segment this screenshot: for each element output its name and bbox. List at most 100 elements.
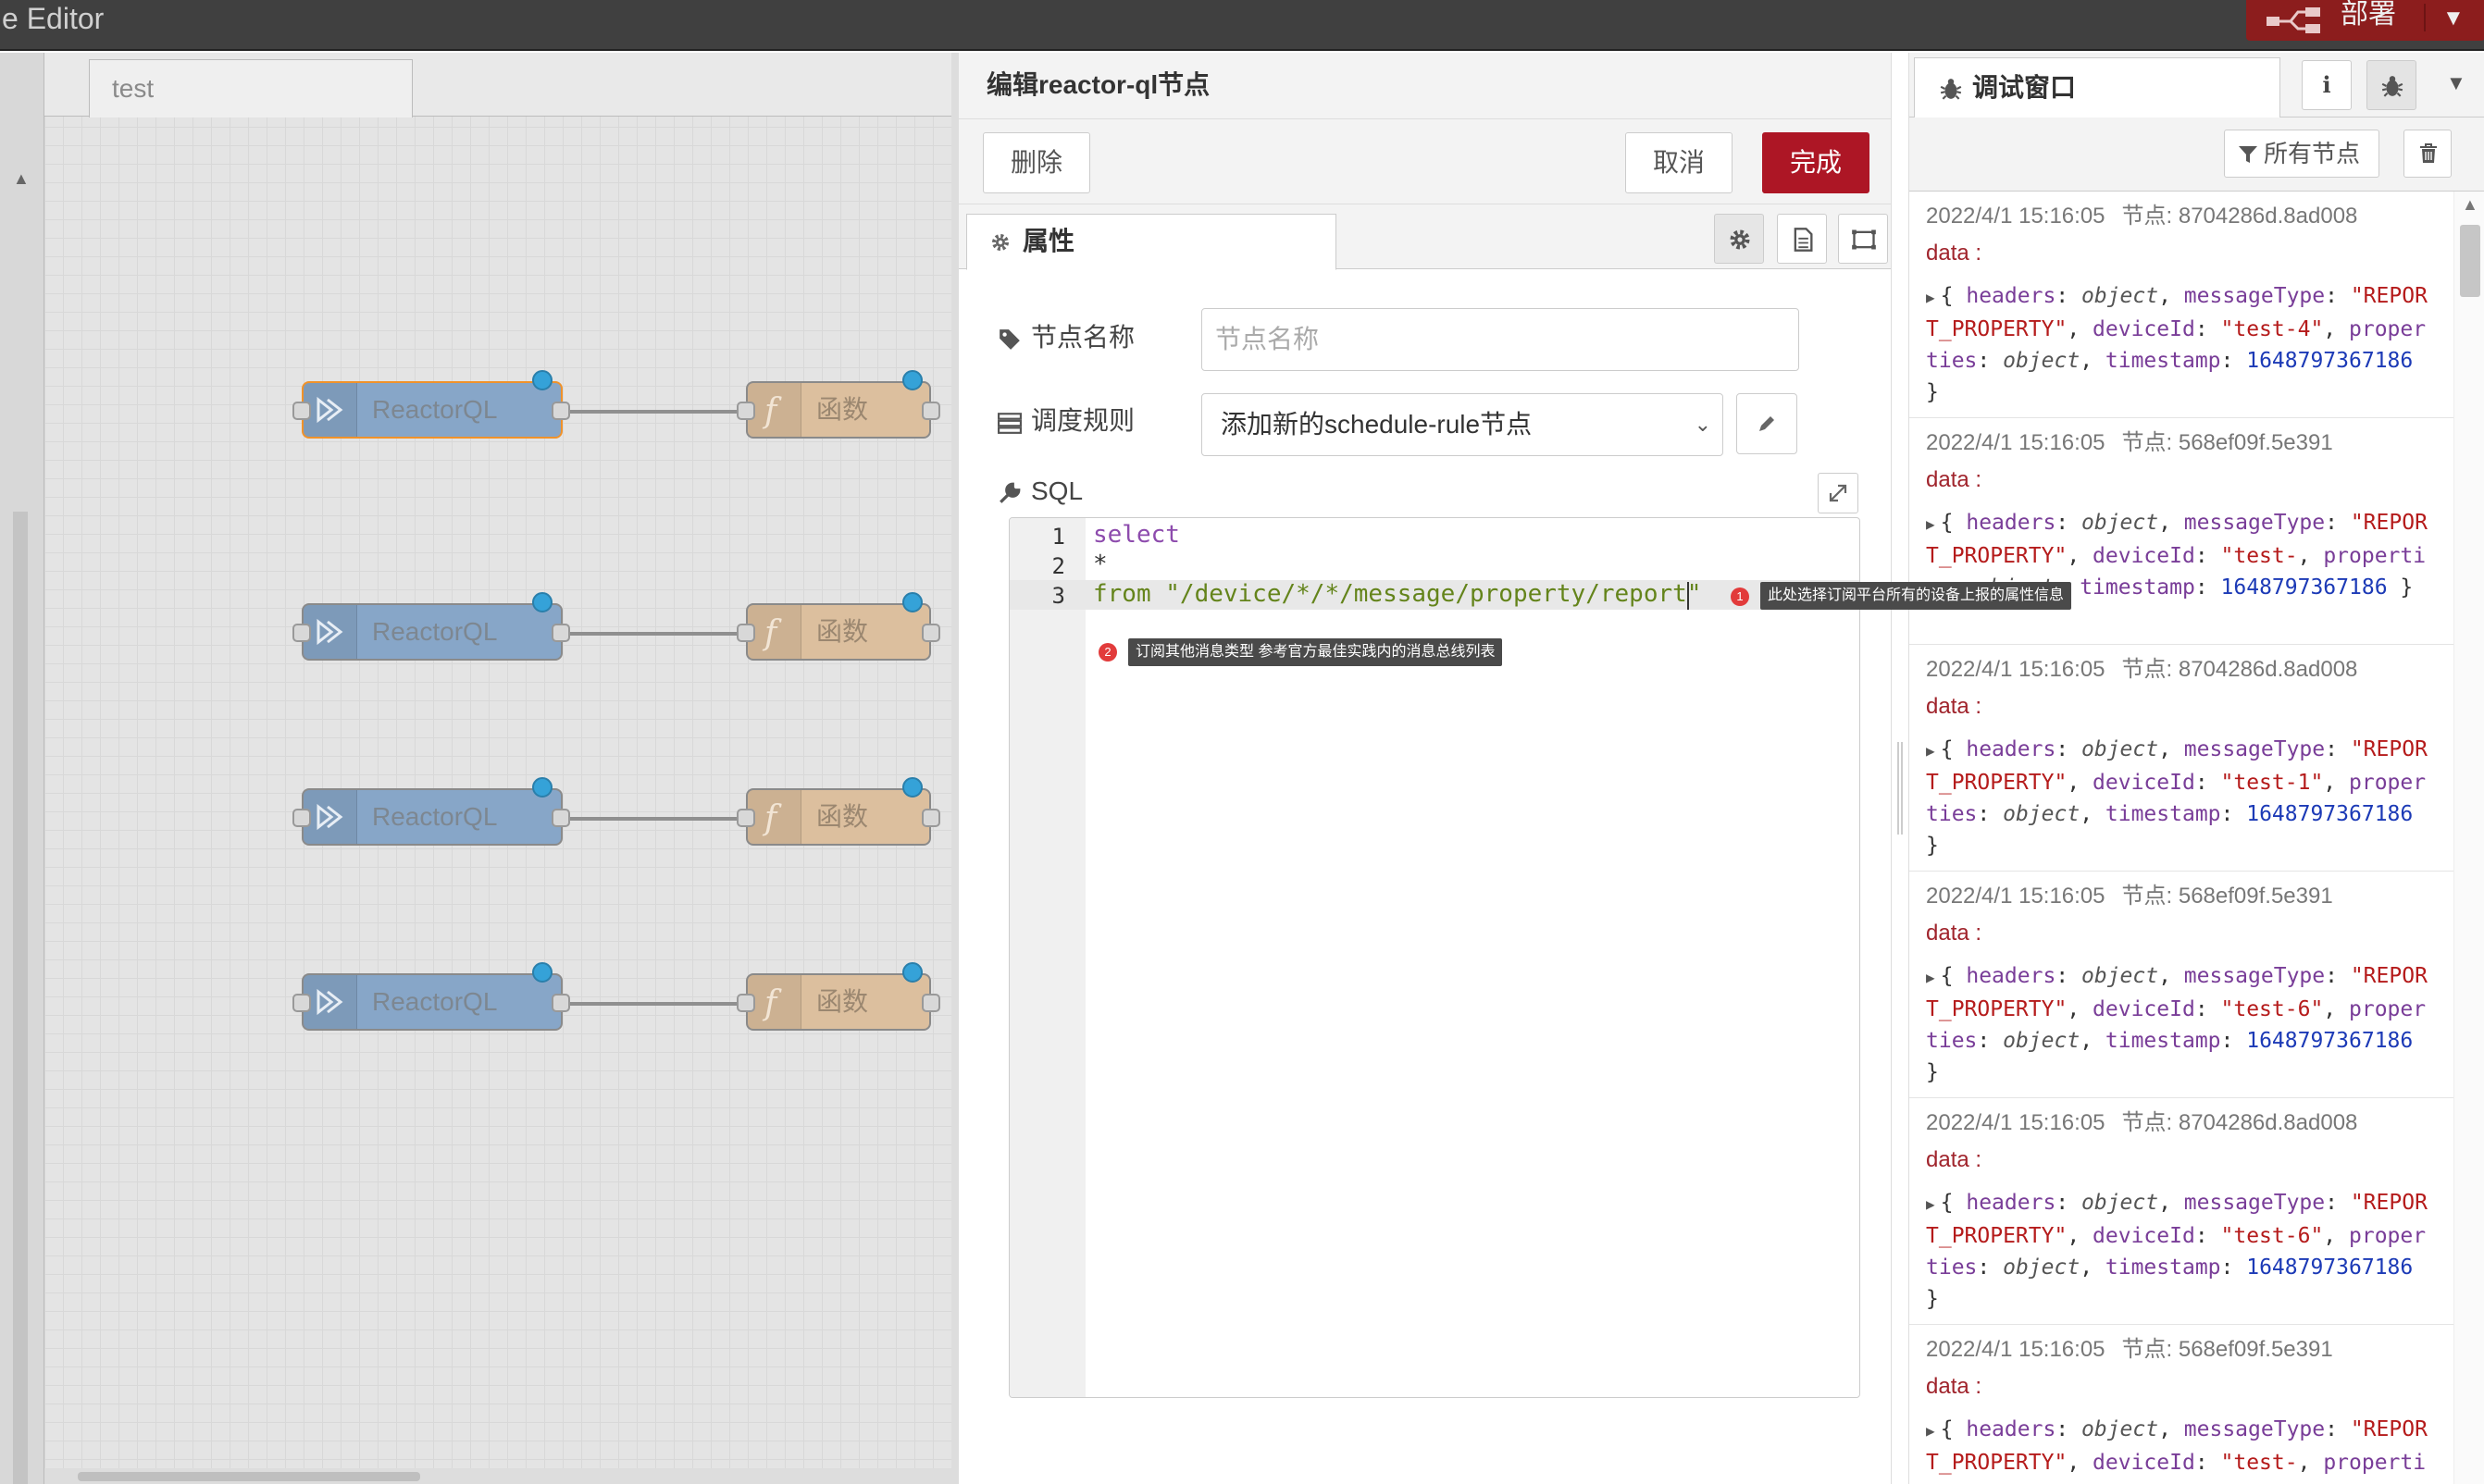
debug-message[interactable]: 2022/4/1 15:16:05 节点: 8704286d.8ad008 data… [1909, 1098, 2453, 1325]
output-port[interactable] [922, 402, 940, 420]
message-payload[interactable]: ▶{ headers: object, messageType: "REPORT… [1926, 280, 2435, 408]
message-node-id[interactable]: 节点: 8704286d.8ad008 [2122, 1110, 2358, 1135]
message-node-id[interactable]: 节点: 568ef09f.5e391 [2122, 884, 2333, 909]
debug-message[interactable]: 2022/4/1 15:16:05 节点: 568ef09f.5e391 data … [1909, 1325, 2453, 1484]
message-date: 2022/4/1 15:16:05 [1926, 1110, 2105, 1135]
function-node[interactable]: f 函数 [746, 381, 931, 439]
function-node[interactable]: f 函数 [746, 973, 931, 1031]
info-button[interactable]: i [2302, 60, 2352, 110]
tab-debug[interactable]: 调试窗口 [1914, 57, 2280, 118]
sidebar-splitter[interactable] [1891, 53, 1909, 1484]
scroll-thumb[interactable] [78, 1472, 420, 1481]
settings-tab-button[interactable] [1714, 214, 1764, 264]
node-label: 函数 [816, 987, 869, 1016]
splitter-grip[interactable] [1897, 742, 1903, 835]
message-node-id[interactable]: 节点: 8704286d.8ad008 [2122, 657, 2358, 682]
message-payload[interactable]: ▶{ headers: object, messageType: "REPORT… [1926, 960, 2435, 1088]
scroll-thumb[interactable] [13, 512, 28, 1484]
output-port[interactable] [922, 809, 940, 827]
message-payload[interactable]: ▶{ headers: object, messageType: "REPORT… [1926, 1187, 2435, 1315]
reactorql-node[interactable]: ReactorQL [302, 973, 563, 1031]
input-port[interactable] [292, 402, 311, 420]
annotation-marker: 1 [1731, 587, 1749, 606]
scroll-up-icon[interactable]: ▲ [2462, 195, 2478, 215]
function-node[interactable]: f 函数 [746, 788, 931, 846]
message-device-id: "test-6" [2220, 997, 2324, 1021]
input-port[interactable] [737, 624, 755, 642]
reactorql-node[interactable]: ReactorQL [302, 381, 563, 439]
node-status-dot [532, 962, 553, 983]
schedule-select[interactable]: 添加新的schedule-rule节点 ⌄ [1201, 393, 1723, 456]
message-payload[interactable]: ▶{ headers: object, messageType: "REPORT… [1926, 734, 2435, 861]
expand-caret-icon[interactable]: ▶ [1926, 1422, 1935, 1440]
reactorql-node[interactable]: ReactorQL [302, 788, 563, 846]
debug-button[interactable] [2366, 60, 2416, 110]
palette-scrollbar[interactable]: ▲ [13, 169, 30, 1484]
annotation-tooltip: 订阅其他消息类型 参考官方最佳实践内的消息总线列表 [1128, 638, 1503, 666]
debug-message[interactable]: 2022/4/1 15:16:05 节点: 568ef09f.5e391 data … [1909, 872, 2453, 1098]
cancel-button[interactable]: 取消 [1625, 132, 1733, 193]
trash-icon [2420, 143, 2437, 163]
input-port[interactable] [292, 994, 311, 1012]
function-node[interactable]: f 函数 [746, 603, 931, 661]
workspace-scrollbar[interactable] [44, 1468, 951, 1484]
name-field-label: 节点名称 [998, 321, 1135, 354]
debug-message[interactable]: 2022/4/1 15:16:05 节点: 8704286d.8ad008 data… [1909, 192, 2453, 418]
expand-editor-button[interactable] [1818, 473, 1858, 513]
message-topic: data : [1926, 921, 1982, 946]
name-input[interactable]: 节点名称 [1201, 308, 1799, 371]
expand-caret-icon[interactable]: ▶ [1926, 969, 1935, 986]
appearance-tab-button[interactable] [1838, 214, 1888, 264]
caret-down-icon[interactable]: ▼ [2442, 6, 2465, 31]
scroll-up-icon[interactable]: ▲ [13, 169, 30, 189]
message-timestamp: 1648797367186 [2246, 802, 2414, 826]
output-port[interactable] [552, 994, 570, 1012]
debug-message[interactable]: 2022/4/1 15:16:05 节点: 8704286d.8ad008 data… [1909, 645, 2453, 872]
schedule-select-value: 添加新的schedule-rule节点 [1221, 410, 1533, 439]
expand-icon [1829, 484, 1847, 502]
sql-code-editor[interactable]: 1 2 3 select * from "/device/*/*/message… [1009, 517, 1860, 1398]
done-button[interactable]: 完成 [1762, 132, 1869, 193]
deploy-icon [2267, 7, 2320, 33]
delete-button[interactable]: 删除 [983, 132, 1090, 193]
sidebar-menu-caret-icon[interactable]: ▼ [2446, 71, 2466, 95]
message-node-id[interactable]: 节点: 8704286d.8ad008 [2122, 204, 2358, 229]
debug-scrollbar[interactable]: ▲ [2453, 192, 2484, 1484]
description-tab-button[interactable] [1777, 214, 1827, 264]
deploy-button[interactable]: 部署 ▼ [2246, 0, 2484, 41]
expand-caret-icon[interactable]: ▶ [1926, 742, 1935, 760]
code-line: from "/device/*/*/message/property/repor… [1093, 580, 1702, 608]
debug-message-list[interactable]: 2022/4/1 15:16:05 节点: 8704286d.8ad008 data… [1909, 192, 2453, 1484]
output-port[interactable] [552, 624, 570, 642]
scroll-thumb[interactable] [2460, 225, 2480, 297]
output-port[interactable] [922, 994, 940, 1012]
debug-message[interactable]: 2022/4/1 15:16:05 节点: 568ef09f.5e391 data … [1909, 418, 2453, 645]
expand-caret-icon[interactable]: ▶ [1926, 515, 1935, 533]
reactorql-node[interactable]: ReactorQL [302, 603, 563, 661]
output-port[interactable] [552, 402, 570, 420]
clear-messages-button[interactable] [2403, 130, 2452, 178]
flow-workspace[interactable]: test ReactorQL f 函数 ReactorQL f 函数 React… [44, 53, 951, 1484]
input-port[interactable] [737, 809, 755, 827]
tab-test[interactable]: test [89, 59, 413, 117]
gear-icon [992, 234, 1009, 251]
output-port[interactable] [552, 809, 570, 827]
debug-sidebar: 调试窗口 i ▼ 所有节点 2022/4/1 15:16:05 节点: 87042… [1909, 53, 2484, 1484]
edit-schedule-button[interactable] [1736, 393, 1797, 454]
pencil-icon [1759, 416, 1774, 431]
input-port[interactable] [737, 402, 755, 420]
expand-caret-icon[interactable]: ▶ [1926, 289, 1935, 306]
message-device-id: "test-4" [2220, 317, 2324, 341]
input-port[interactable] [737, 994, 755, 1012]
message-node-id[interactable]: 节点: 568ef09f.5e391 [2122, 1337, 2333, 1362]
input-port[interactable] [292, 809, 311, 827]
tab-properties[interactable]: 属性 [966, 214, 1336, 270]
message-payload[interactable]: ▶{ headers: object, messageType: "REPORT… [1926, 1414, 2435, 1484]
input-port[interactable] [292, 624, 311, 642]
expand-caret-icon[interactable]: ▶ [1926, 1195, 1935, 1213]
message-node-id[interactable]: 节点: 568ef09f.5e391 [2122, 430, 2333, 455]
output-port[interactable] [922, 624, 940, 642]
message-meta: 2022/4/1 15:16:05 节点: 568ef09f.5e391 [1926, 883, 2435, 910]
node-status-dot [902, 777, 923, 798]
filter-nodes-button[interactable]: 所有节点 [2224, 130, 2379, 178]
